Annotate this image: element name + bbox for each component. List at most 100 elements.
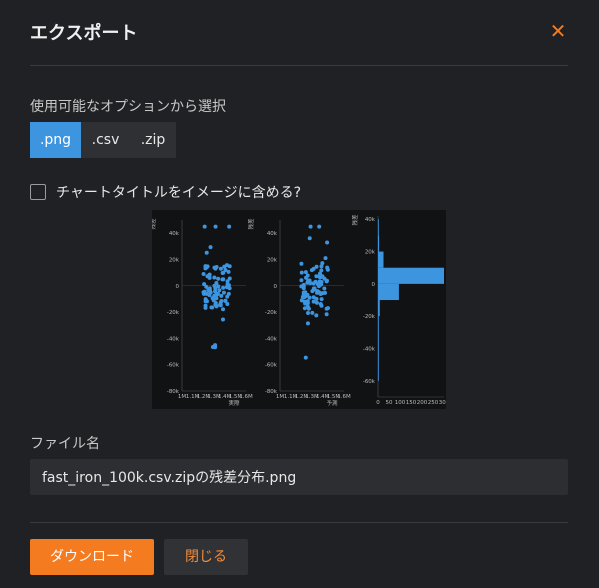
data-point — [210, 296, 215, 301]
data-point — [205, 264, 210, 269]
histogram-bar — [378, 251, 384, 268]
format-png-option[interactable]: .png — [30, 122, 81, 158]
y-tick-label: -60k — [265, 363, 278, 369]
histogram-bar — [378, 348, 379, 381]
data-point — [307, 236, 312, 241]
data-point — [213, 345, 218, 350]
include-title-checkbox[interactable] — [30, 184, 46, 200]
data-point — [207, 272, 212, 277]
header-divider — [30, 65, 568, 66]
y-axis-label: 残差 — [247, 218, 255, 230]
residual-charts-svg: 40k20k0-20k-40k-60k-80k1M 1.1M1.2M1.3M1.4… — [149, 214, 450, 407]
data-point — [299, 298, 304, 303]
x-axis-label: 実際 — [228, 399, 240, 407]
x-tick-label: 300 — [439, 400, 446, 406]
data-point — [224, 263, 229, 268]
data-point — [219, 299, 224, 304]
file-name-input[interactable] — [30, 459, 568, 495]
y-tick-label: 20k — [365, 250, 376, 256]
close-icon[interactable]: ✕ — [549, 19, 567, 43]
y-tick-label: 40k — [267, 231, 278, 237]
data-point — [217, 288, 222, 293]
y-tick-label: 40k — [365, 217, 376, 223]
format-selector: .png .csv .zip — [30, 122, 176, 158]
data-point — [305, 280, 310, 285]
close-button[interactable]: 閉じる — [164, 539, 248, 575]
data-point — [203, 303, 208, 308]
data-point — [219, 293, 224, 298]
data-point — [311, 286, 316, 291]
histogram-bar — [378, 316, 379, 349]
histogram-bar — [378, 235, 380, 252]
histogram-bar — [378, 219, 379, 236]
data-point — [225, 279, 230, 284]
y-tick-label: 40k — [169, 231, 180, 237]
y-tick-label: -40k — [265, 336, 278, 342]
data-point — [319, 268, 324, 273]
data-point — [216, 276, 221, 281]
data-point — [223, 298, 228, 303]
data-point — [319, 297, 324, 302]
data-point — [217, 302, 222, 307]
data-point — [317, 279, 322, 284]
y-tick-label: 0 — [176, 284, 180, 290]
data-point — [202, 224, 207, 229]
data-point — [221, 285, 226, 290]
x-tick-label: 150 — [406, 400, 417, 406]
data-point — [315, 290, 320, 295]
data-point — [305, 299, 310, 304]
data-point — [316, 284, 321, 289]
data-point — [320, 261, 325, 266]
format-csv-option[interactable]: .csv — [81, 122, 130, 158]
x-tick-label: 200 — [417, 400, 428, 406]
data-point — [303, 270, 308, 275]
data-point — [301, 284, 306, 289]
data-point — [325, 240, 330, 245]
format-zip-option[interactable]: .zip — [130, 122, 176, 158]
data-point — [324, 312, 329, 317]
data-point — [318, 275, 323, 280]
include-title-label: チャートタイトルをイメージに含める? — [56, 185, 302, 201]
dialog-title: エクスポート — [30, 23, 138, 44]
data-point — [305, 321, 310, 326]
format-options-label: 使用可能なオプションから選択 — [30, 99, 226, 115]
data-point — [226, 269, 231, 274]
histogram-bar — [378, 267, 444, 284]
data-point — [215, 292, 220, 297]
data-point — [320, 291, 325, 296]
data-point — [218, 266, 223, 271]
data-point — [220, 317, 225, 322]
data-point — [220, 277, 225, 282]
data-point — [303, 294, 308, 299]
data-point — [212, 275, 217, 280]
y-tick-label: -40k — [167, 336, 180, 342]
data-point — [322, 286, 327, 291]
data-point — [201, 271, 206, 276]
chart-preview: 40k 20k 0 -20k -40k -60k -80k 1M 1.1M 1.2M 1.3M 1.4… — [149, 210, 450, 409]
data-point — [299, 270, 304, 275]
y-axis-label: 残差 — [351, 214, 359, 226]
y-tick-label: -20k — [265, 310, 278, 316]
data-point — [311, 295, 316, 300]
data-point — [225, 294, 230, 299]
x-axis-label: 予測 — [326, 399, 338, 407]
data-point — [299, 261, 304, 266]
data-point — [221, 290, 226, 295]
x-tick-label: 50 — [386, 400, 393, 406]
data-point — [225, 301, 230, 306]
data-point — [308, 224, 313, 229]
data-point — [305, 311, 310, 316]
data-point — [299, 278, 304, 283]
data-point — [303, 290, 308, 295]
y-tick-label: 0 — [372, 282, 376, 288]
data-point — [214, 296, 219, 301]
export-dialog: エクスポート ✕ 使用可能なオプションから選択 .png .csv .zip チ… — [0, 0, 599, 588]
data-point — [212, 283, 217, 288]
download-button[interactable]: ダウンロード — [30, 539, 154, 575]
y-tick-label: -60k — [363, 379, 376, 385]
data-point — [204, 250, 209, 255]
data-point — [322, 276, 327, 281]
data-point — [202, 289, 207, 294]
data-point — [226, 283, 231, 288]
data-point — [202, 282, 207, 287]
